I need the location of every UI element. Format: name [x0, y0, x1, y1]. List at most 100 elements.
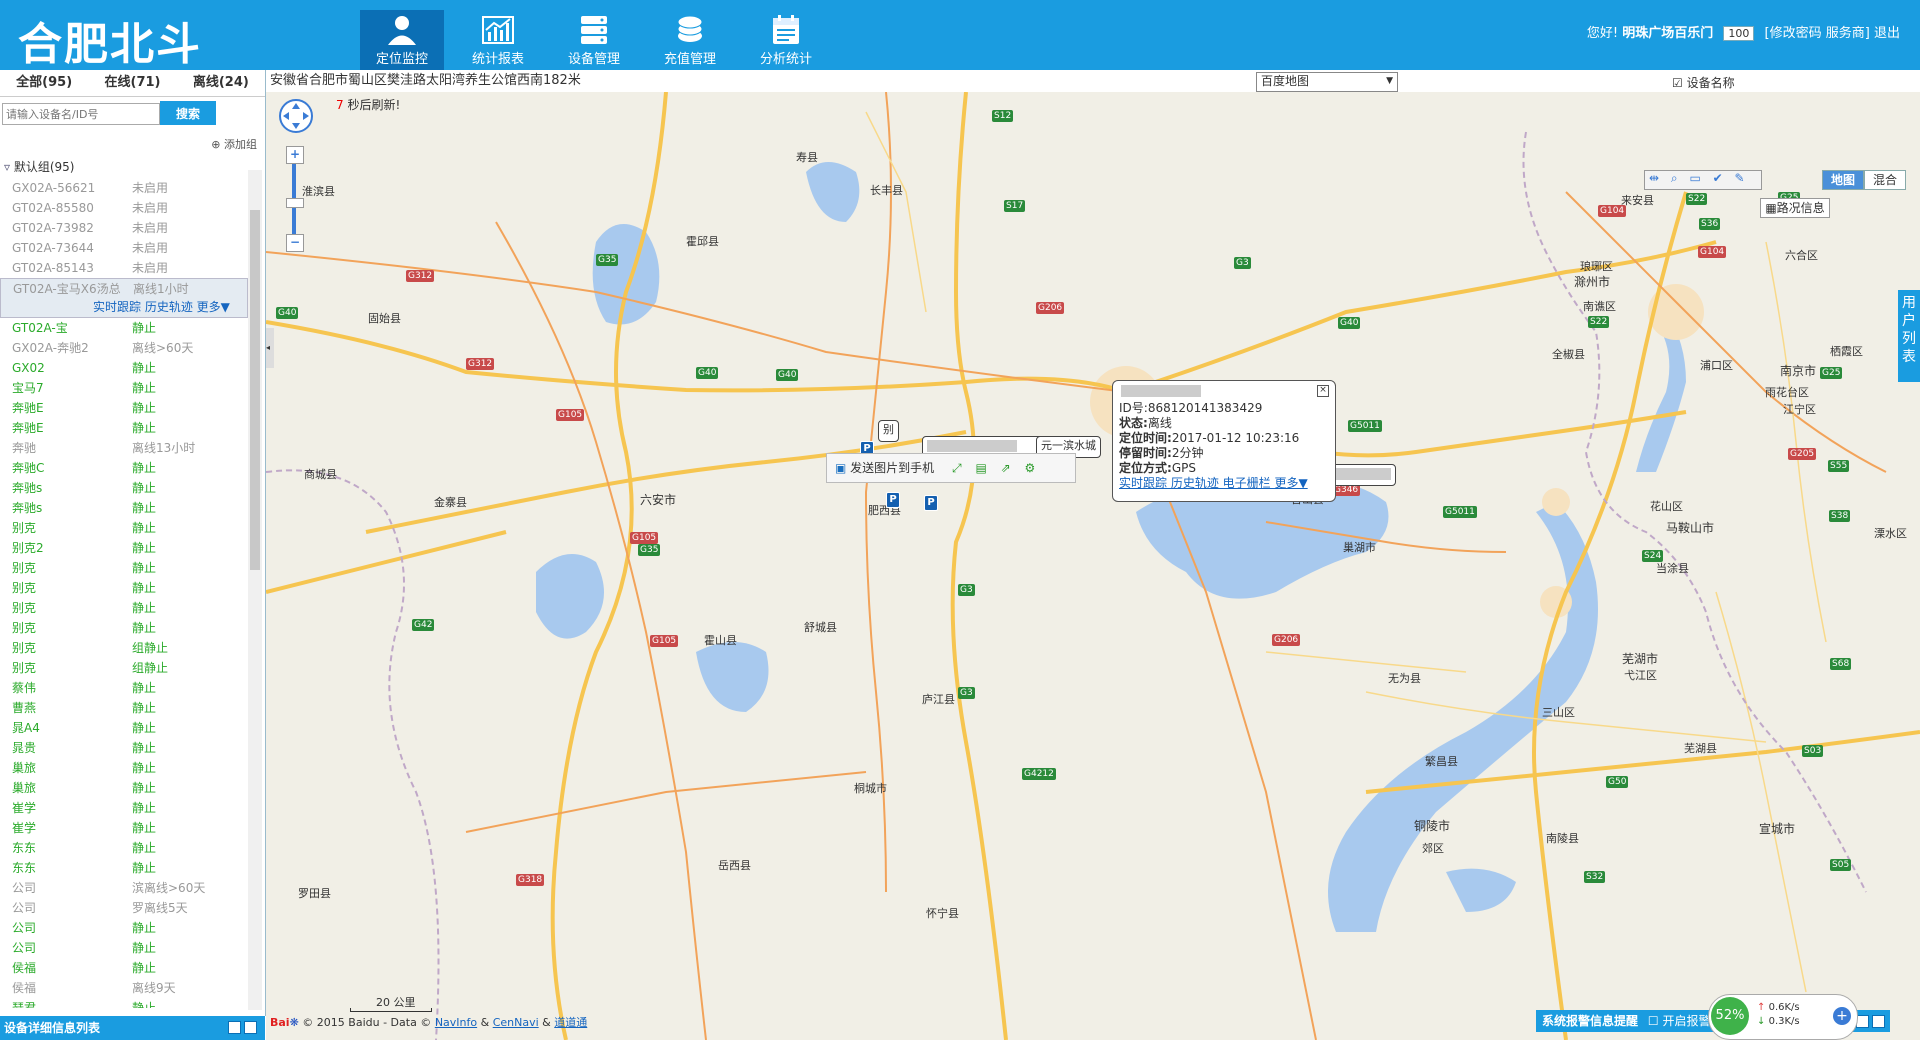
list-scroll-thumb[interactable] — [250, 210, 260, 570]
ruler-icon[interactable]: ⇹ — [1649, 171, 1659, 185]
settings-gear-icon[interactable]: ⚙ — [1025, 461, 1036, 475]
share-icon[interactable]: ⇗ — [1001, 461, 1011, 475]
map-type-map-button[interactable]: 地图 — [1822, 170, 1864, 190]
device-row[interactable]: 蔡伟 静止 — [0, 678, 248, 698]
device-row[interactable]: 公司 静止 — [0, 938, 248, 958]
map-provider-select[interactable]: 百度地图 ▼ — [1256, 72, 1398, 92]
navinfo-link[interactable]: NavInfo — [435, 1016, 477, 1029]
device-row[interactable]: 别克2 静止 — [0, 538, 248, 558]
nav-location-monitor[interactable]: 定位监控 — [360, 10, 444, 70]
search-button[interactable]: 搜索 — [160, 101, 216, 125]
nav-analysis-statistics[interactable]: 分析统计 — [744, 10, 828, 70]
device-row[interactable]: 公司 静止 — [0, 918, 248, 938]
alarm-sound-checkbox-icon[interactable]: ☐ — [1648, 1014, 1659, 1028]
add-group-button[interactable]: ⊕ 添加组 — [211, 136, 257, 152]
device-row[interactable]: 别克 静止 — [0, 578, 248, 598]
zoom-out-button[interactable]: − — [286, 234, 304, 252]
popup-action-links[interactable]: 实时跟踪 历史轨迹 电子栅栏 更多▼ — [1119, 476, 1329, 491]
vehicle-marker-icon[interactable]: P — [924, 495, 938, 511]
device-row[interactable]: GX02A-56621 未启用 — [0, 178, 248, 198]
send-to-phone-button[interactable]: 发送图片到手机 — [850, 461, 934, 475]
device-row[interactable]: 奔驰E 静止 — [0, 418, 248, 438]
magnifier-icon[interactable]: ⌕ — [1671, 171, 1678, 185]
device-row[interactable]: 别克 静止 — [0, 618, 248, 638]
maximize-icon[interactable] — [1872, 1015, 1885, 1028]
map-pan-control[interactable] — [278, 98, 314, 134]
device-row[interactable]: 别克 静止 — [0, 518, 248, 538]
device-row[interactable]: 东东 静止 — [0, 858, 248, 878]
device-row[interactable]: 别克 组静止 — [0, 658, 248, 678]
device-row-selected[interactable]: GT02A-宝马X6汤总 离线1小时 实时跟踪 历史轨迹 更多▼ — [0, 278, 248, 318]
device-row[interactable]: 奔驰C 静止 — [0, 458, 248, 478]
device-row[interactable]: GT02A-73982 未启用 — [0, 218, 248, 238]
device-row[interactable]: GT02A-85143 未启用 — [0, 258, 248, 278]
save-icon[interactable]: ▤ — [975, 461, 986, 475]
city-label: 三山区 — [1542, 706, 1575, 719]
device-action-links[interactable]: 实时跟踪 历史轨迹 更多▼ — [93, 297, 230, 317]
device-row[interactable]: 巢旅 静止 — [0, 778, 248, 798]
road-badge: S05 — [1830, 859, 1852, 871]
zoom-slider-thumb[interactable] — [286, 198, 304, 208]
check-icon[interactable]: ✔ — [1713, 171, 1723, 185]
device-row[interactable]: 宝马7 静止 — [0, 378, 248, 398]
nav-statistics-report[interactable]: 统计报表 — [456, 10, 540, 70]
daotong-link[interactable]: 道道通 — [554, 1016, 587, 1029]
device-row[interactable]: GT02A-73644 未启用 — [0, 238, 248, 258]
vehicle-label[interactable]: 别 — [878, 420, 899, 442]
tab-offline[interactable]: 离线(24) — [177, 70, 265, 96]
device-row[interactable]: 曹燕 静止 — [0, 698, 248, 718]
device-row[interactable]: 奔驰s 静止 — [0, 498, 248, 518]
device-row[interactable]: GX02 静止 — [0, 358, 248, 378]
collapse-panel-handle[interactable]: ◂ — [266, 328, 274, 368]
device-row[interactable]: 公司 滨离线>60天 — [0, 878, 248, 898]
nav-device-management[interactable]: 设备管理 — [552, 10, 636, 70]
device-row[interactable]: 别克 静止 — [0, 558, 248, 578]
device-row[interactable]: 崔学 静止 — [0, 818, 248, 838]
baidu-logo: Bai — [270, 1016, 290, 1029]
close-icon[interactable]: × — [1317, 385, 1329, 397]
traffic-button[interactable]: ▦路况信息 — [1760, 198, 1830, 218]
device-row[interactable]: GT02A-85580 未启用 — [0, 198, 248, 218]
device-row[interactable]: GT02A-宝 静止 — [0, 318, 248, 338]
device-row[interactable]: 晁贵 静止 — [0, 738, 248, 758]
list-scrollbar[interactable] — [248, 170, 262, 1010]
user-list-tab[interactable]: 用户列表 — [1898, 290, 1920, 382]
device-row[interactable]: 侯福 静止 — [0, 958, 248, 978]
device-name-toggle[interactable]: ☑ 设备名称 — [1672, 72, 1735, 94]
device-row[interactable]: 奔驰 离线13小时 — [0, 438, 248, 458]
pencil-icon[interactable]: ✎ — [1735, 171, 1745, 185]
device-row[interactable]: 晁A4 静止 — [0, 718, 248, 738]
device-row[interactable]: 巢旅 静止 — [0, 758, 248, 778]
device-name: GT02A-宝 — [12, 321, 68, 335]
device-row[interactable]: 崔学 静止 — [0, 798, 248, 818]
logout-link[interactable]: 退出 — [1874, 26, 1900, 41]
device-row[interactable]: 侯福 离线9天 — [0, 978, 248, 998]
minimize-icon[interactable] — [228, 1021, 241, 1034]
plus-icon[interactable]: + — [1833, 1007, 1851, 1025]
device-row[interactable]: 奔驰E 静止 — [0, 398, 248, 418]
zoom-in-button[interactable]: + — [286, 146, 304, 164]
phone-image-icon[interactable]: ▣ — [835, 461, 846, 475]
device-row[interactable]: 别克 静止 — [0, 598, 248, 618]
map-type-hybrid-button[interactable]: 混合 — [1864, 170, 1906, 190]
map-area[interactable]: 安徽省合肥市蜀山区樊洼路太阳湾养生公馆西南182米 百度地图 ▼ ☑ 设备名称 7… — [266, 70, 1920, 1040]
nav-recharge-management[interactable]: 充值管理 — [648, 10, 732, 70]
device-row[interactable]: 东东 静止 — [0, 838, 248, 858]
device-row[interactable]: 奔驰s 静止 — [0, 478, 248, 498]
cennavi-link[interactable]: CenNavi — [493, 1016, 539, 1029]
vehicle-marker-icon[interactable]: P — [886, 492, 900, 508]
tab-all[interactable]: 全部(95) — [0, 70, 88, 96]
device-row[interactable]: 瑟君 静止 — [0, 998, 248, 1008]
device-row[interactable]: GX02A-奔驰2 离线>60天 — [0, 338, 248, 358]
group-row[interactable]: ▿ 默认组(95) — [4, 158, 75, 175]
checkbox-checked-icon[interactable]: ☑ — [1672, 76, 1683, 90]
change-password-link[interactable]: [修改密码 — [1765, 26, 1822, 41]
service-provider-link[interactable]: 服务商] — [1826, 26, 1870, 41]
maximize-icon[interactable] — [244, 1021, 257, 1034]
search-input[interactable] — [2, 103, 160, 125]
device-row[interactable]: 公司 罗离线5天 — [0, 898, 248, 918]
fullscreen-icon[interactable]: ⤢ — [952, 461, 962, 475]
device-row[interactable]: 别克 组静止 — [0, 638, 248, 658]
tab-online[interactable]: 在线(71) — [88, 70, 176, 96]
box-icon[interactable]: ▭ — [1689, 171, 1700, 185]
